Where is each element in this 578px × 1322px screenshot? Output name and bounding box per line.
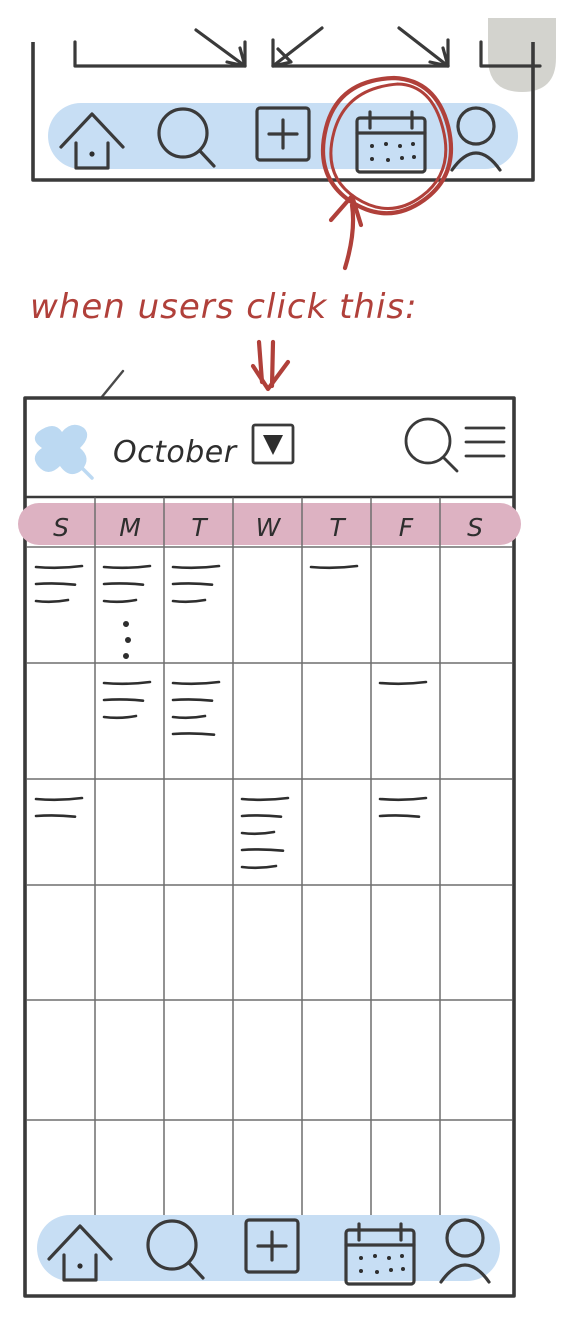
calendar-event-mark[interactable] — [240, 796, 290, 870]
calendar-event-mark[interactable] — [171, 564, 221, 604]
calendar-event-mark[interactable] — [309, 564, 359, 570]
event-line — [34, 814, 77, 818]
pin-icon[interactable] — [34, 424, 94, 480]
event-line — [102, 680, 152, 686]
event-line — [171, 598, 207, 604]
calendar-header: October — [34, 417, 506, 480]
weekday-label-0: S — [53, 513, 69, 542]
event-line — [240, 848, 285, 852]
weekday-label-4: T — [329, 513, 346, 542]
event-line — [34, 582, 77, 586]
calendar-event-mark[interactable] — [102, 564, 152, 659]
weekday-label-6: S — [467, 513, 483, 542]
event-line — [34, 598, 70, 604]
event-line — [171, 564, 221, 570]
event-line — [171, 698, 214, 702]
event-line — [171, 714, 207, 720]
event-line — [378, 796, 428, 802]
calendar-event-mark[interactable] — [378, 796, 428, 818]
event-line — [171, 680, 221, 686]
calendar-event-mark[interactable] — [171, 680, 221, 736]
event-line — [240, 864, 278, 870]
event-line — [102, 698, 145, 702]
event-line — [378, 814, 421, 818]
event-line — [240, 814, 283, 818]
calendar-event-mark[interactable] — [378, 680, 428, 686]
hamburger-menu-icon[interactable] — [464, 426, 506, 458]
event-line — [102, 714, 138, 720]
event-overflow-dot — [123, 621, 129, 627]
event-line — [102, 598, 138, 604]
weekday-label-5: F — [399, 513, 414, 542]
sketch-canvas: when users click this: October S M T W T… — [0, 0, 578, 1322]
calendar-event-mark[interactable] — [34, 564, 84, 604]
weekday-label-2: T — [191, 513, 208, 542]
weekday-label-1: M — [119, 513, 141, 542]
event-line — [378, 680, 428, 686]
event-line — [309, 564, 359, 570]
event-line — [171, 732, 216, 736]
weekday-label-3: W — [256, 513, 282, 542]
event-line — [102, 564, 152, 570]
event-line — [240, 830, 276, 836]
search-icon[interactable] — [404, 417, 459, 473]
calendar-event-mark[interactable] — [102, 680, 152, 720]
month-label: October — [113, 435, 238, 470]
event-line — [102, 582, 145, 586]
calendar-screen-layer: October S M T W T F S — [18, 369, 521, 1298]
chevron-down-icon — [263, 435, 283, 455]
leader-line — [99, 369, 125, 400]
event-overflow-dot — [123, 653, 129, 659]
month-dropdown-button[interactable] — [251, 423, 295, 465]
event-line — [240, 796, 290, 802]
calendar-event-mark[interactable] — [34, 796, 84, 818]
event-line — [171, 582, 214, 586]
event-overflow-dot — [125, 637, 131, 643]
event-line — [34, 796, 84, 802]
event-line — [34, 564, 84, 570]
